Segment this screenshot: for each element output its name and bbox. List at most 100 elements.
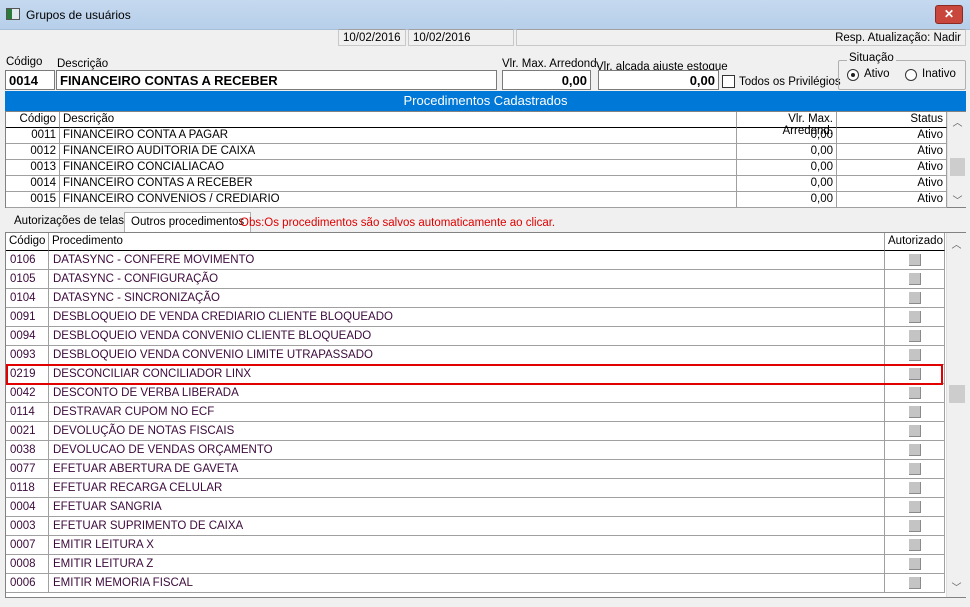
row-codigo[interactable]: 0014 <box>6 176 60 192</box>
row-autorizado-cell[interactable] <box>885 308 945 327</box>
autorizado-checkbox[interactable] <box>909 577 921 589</box>
col-procedimento[interactable]: Procedimento <box>49 233 885 251</box>
row-autorizado-cell[interactable] <box>885 574 945 593</box>
row-procedimento[interactable]: DEVOLUCAO DE VENDAS ORÇAMENTO <box>49 441 885 460</box>
col-vlr-max[interactable]: Vlr. Max. Arredond. <box>737 112 837 137</box>
row-status[interactable]: Ativo <box>837 128 947 144</box>
row-descricao[interactable]: FINANCEIRO AUDITORIA DE CAIXA <box>60 144 737 160</box>
row-autorizado-cell[interactable] <box>885 289 945 308</box>
row-codigo[interactable]: 0104 <box>6 289 49 308</box>
row-vlr-max[interactable]: 0,00 <box>737 160 837 176</box>
row-procedimento[interactable]: DATASYNC - SINCRONIZAÇÃO <box>49 289 885 308</box>
row-autorizado-cell[interactable] <box>885 555 945 574</box>
autorizado-checkbox[interactable] <box>909 273 921 285</box>
row-procedimento[interactable]: DEVOLUÇÃO DE NOTAS FISCAIS <box>49 422 885 441</box>
row-procedimento[interactable]: EFETUAR SUPRIMENTO DE CAIXA <box>49 517 885 536</box>
vlr-alcada-field[interactable]: 0,00 <box>598 70 719 90</box>
row-status[interactable]: Ativo <box>837 176 947 192</box>
autorizado-checkbox[interactable] <box>909 387 921 399</box>
descricao-field[interactable]: FINANCEIRO CONTAS A RECEBER <box>56 70 497 90</box>
close-button[interactable]: ✕ <box>935 5 963 24</box>
autorizado-checkbox[interactable] <box>909 292 921 304</box>
autorizado-checkbox[interactable] <box>909 349 921 361</box>
row-procedimento[interactable]: EFETUAR SANGRIA <box>49 498 885 517</box>
row-vlr-max[interactable]: 0,00 <box>737 192 837 208</box>
col-codigo[interactable]: Código <box>6 233 49 251</box>
row-codigo[interactable]: 0038 <box>6 441 49 460</box>
row-autorizado-cell[interactable] <box>885 251 945 270</box>
row-procedimento[interactable]: EMITIR MEMORIA FISCAL <box>49 574 885 593</box>
row-descricao[interactable]: FINANCEIRO CONTA A PAGAR <box>60 128 737 144</box>
col-descricao[interactable]: Descrição <box>60 112 737 128</box>
row-procedimento[interactable]: EFETUAR ABERTURA DE GAVETA <box>49 460 885 479</box>
autorizado-checkbox[interactable] <box>909 406 921 418</box>
row-descricao[interactable]: FINANCEIRO CONVENIOS / CREDIARIO <box>60 192 737 208</box>
row-codigo[interactable]: 0091 <box>6 308 49 327</box>
col-codigo[interactable]: Código <box>6 112 60 128</box>
row-procedimento[interactable]: DESCONTO DE VERBA LIBERADA <box>49 384 885 403</box>
row-codigo[interactable]: 0077 <box>6 460 49 479</box>
row-codigo[interactable]: 0003 <box>6 517 49 536</box>
row-procedimento[interactable]: DATASYNC - CONFERE MOVIMENTO <box>49 251 885 270</box>
vlr-max-field[interactable]: 0,00 <box>502 70 591 90</box>
row-codigo[interactable]: 0004 <box>6 498 49 517</box>
autorizado-checkbox[interactable] <box>909 425 921 437</box>
row-descricao[interactable]: FINANCEIRO CONCIALIACAO <box>60 160 737 176</box>
ativo-radio[interactable] <box>847 69 859 81</box>
row-autorizado-cell[interactable] <box>885 327 945 346</box>
row-autorizado-cell[interactable] <box>885 479 945 498</box>
row-autorizado-cell[interactable] <box>885 346 945 365</box>
row-procedimento[interactable]: EFETUAR RECARGA CELULAR <box>49 479 885 498</box>
tab-autorizacoes-telas[interactable]: Autorizações de telas <box>8 212 130 232</box>
inativo-radio[interactable] <box>905 69 917 81</box>
autorizado-checkbox[interactable] <box>909 501 921 513</box>
scroll-thumb[interactable] <box>950 158 965 176</box>
row-codigo[interactable]: 0015 <box>6 192 60 208</box>
autorizado-checkbox[interactable] <box>909 463 921 475</box>
row-autorizado-cell[interactable] <box>885 403 945 422</box>
row-autorizado-cell[interactable] <box>885 441 945 460</box>
row-autorizado-cell[interactable] <box>885 517 945 536</box>
row-procedimento[interactable]: EMITIR LEITURA Z <box>49 555 885 574</box>
row-codigo[interactable]: 0007 <box>6 536 49 555</box>
row-status[interactable]: Ativo <box>837 160 947 176</box>
autorizado-checkbox[interactable] <box>909 558 921 570</box>
row-codigo[interactable]: 0006 <box>6 574 49 593</box>
scroll-down-icon[interactable]: ﹀ <box>947 579 966 594</box>
row-descricao[interactable]: FINANCEIRO CONTAS A RECEBER <box>60 176 737 192</box>
row-autorizado-cell[interactable] <box>885 384 945 403</box>
row-codigo[interactable]: 0011 <box>6 128 60 144</box>
row-codigo[interactable]: 0042 <box>6 384 49 403</box>
row-vlr-max[interactable]: 0,00 <box>737 128 837 144</box>
tab-outros-procedimentos[interactable]: Outros procedimentos <box>124 212 252 232</box>
row-procedimento[interactable]: DESBLOQUEIO VENDA CONVENIO LIMITE UTRAPA… <box>49 346 885 365</box>
autorizado-checkbox[interactable] <box>909 520 921 532</box>
row-codigo[interactable]: 0008 <box>6 555 49 574</box>
row-procedimento[interactable]: EMITIR LEITURA X <box>49 536 885 555</box>
scroll-thumb[interactable] <box>949 385 965 403</box>
row-codigo[interactable]: 0093 <box>6 346 49 365</box>
scroll-up-icon[interactable]: ︿ <box>947 236 966 251</box>
autorizado-checkbox[interactable] <box>909 254 921 266</box>
scroll-up-icon[interactable]: ︿ <box>948 114 967 129</box>
row-codigo[interactable]: 0013 <box>6 160 60 176</box>
row-procedimento[interactable]: DESBLOQUEIO VENDA CONVENIO CLIENTE BLOQU… <box>49 327 885 346</box>
row-procedimento[interactable]: DESTRAVAR CUPOM NO ECF <box>49 403 885 422</box>
row-codigo[interactable]: 0021 <box>6 422 49 441</box>
row-procedimento[interactable]: DESBLOQUEIO DE VENDA CREDIARIO CLIENTE B… <box>49 308 885 327</box>
row-vlr-max[interactable]: 0,00 <box>737 144 837 160</box>
row-autorizado-cell[interactable] <box>885 422 945 441</box>
row-autorizado-cell[interactable] <box>885 498 945 517</box>
col-status[interactable]: Status <box>837 112 947 128</box>
autorizado-checkbox[interactable] <box>909 330 921 342</box>
row-autorizado-cell[interactable] <box>885 270 945 289</box>
autorizado-checkbox[interactable] <box>909 311 921 323</box>
row-codigo[interactable]: 0118 <box>6 479 49 498</box>
todos-privilegios-checkbox[interactable] <box>722 75 735 88</box>
row-codigo[interactable]: 0106 <box>6 251 49 270</box>
lower-scrollbar[interactable]: ︿ ﹀ <box>946 233 966 597</box>
autorizado-checkbox[interactable] <box>909 444 921 456</box>
row-codigo[interactable]: 0114 <box>6 403 49 422</box>
scroll-down-icon[interactable]: ﹀ <box>948 192 967 207</box>
col-autorizado[interactable]: Autorizado <box>885 233 945 251</box>
